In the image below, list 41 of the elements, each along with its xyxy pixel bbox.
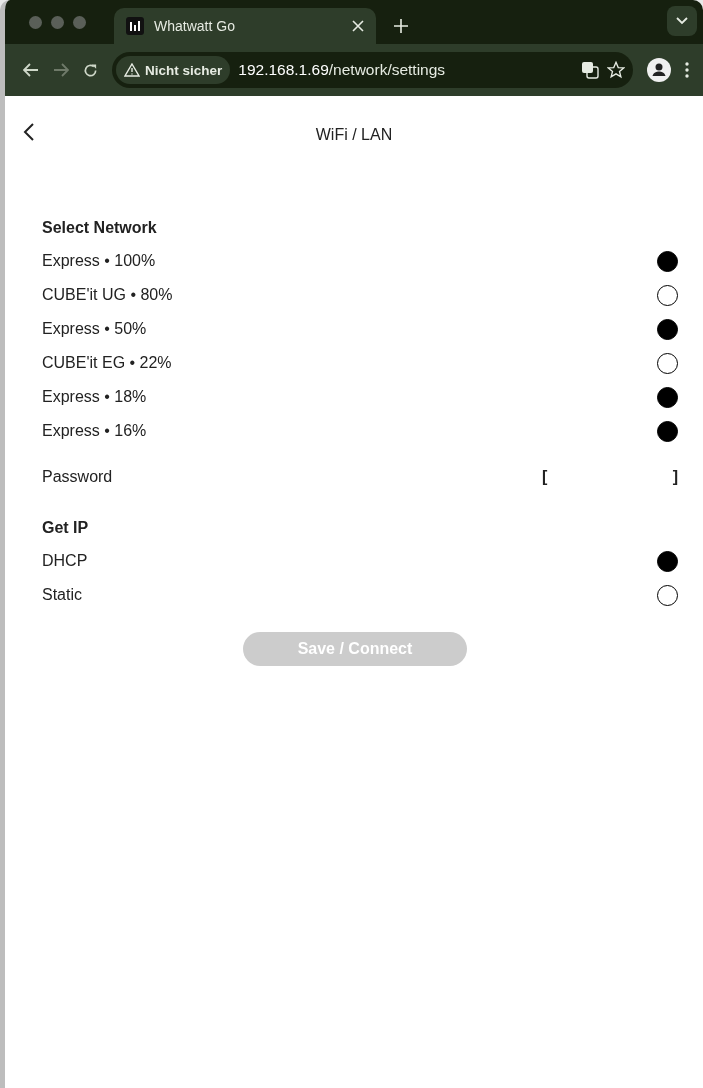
translate-icon[interactable] (581, 61, 599, 79)
browser-tab[interactable]: Whatwatt Go (114, 8, 376, 44)
security-label: Nicht sicher (145, 62, 223, 78)
section-heading: Get IP (42, 518, 90, 538)
network-label: CUBE'it UG • 80% (42, 286, 173, 304)
password-field[interactable]: [ ] (542, 466, 678, 488)
star-icon[interactable] (607, 61, 625, 79)
network-label: CUBE'it EG • 22% (42, 354, 172, 372)
section-heading: Select Network (42, 218, 158, 238)
radio-button[interactable] (657, 284, 678, 306)
forward-arrow-icon[interactable] (53, 63, 69, 77)
profile-avatar-icon[interactable] (647, 58, 671, 82)
radio-button[interactable] (657, 250, 678, 272)
tab-title: Whatwatt Go (154, 18, 236, 34)
radio-button[interactable] (657, 318, 678, 340)
network-label: Express • 50% (42, 320, 147, 338)
network-label: Express • 100% (42, 252, 156, 270)
warning-icon (124, 63, 140, 77)
radio-button[interactable] (657, 584, 678, 606)
more-menu-icon[interactable] (685, 62, 689, 78)
network-label: Express • 18% (42, 388, 147, 406)
security-chip[interactable]: Nicht sicher (116, 56, 231, 84)
close-icon[interactable] (352, 20, 364, 32)
ip-mode-label: Static (42, 586, 82, 604)
back-chevron-icon[interactable] (23, 122, 35, 142)
bar-chart-icon (126, 17, 144, 35)
page-title: WiFi / LAN (315, 126, 393, 144)
window-close-dot[interactable] (29, 15, 42, 29)
network-label: Express • 16% (42, 422, 147, 440)
radio-button[interactable] (657, 420, 678, 442)
ip-mode-label: DHCP (42, 552, 88, 570)
window-zoom-dot[interactable] (73, 15, 86, 29)
radio-button[interactable] (657, 386, 678, 408)
chevron-down-icon[interactable] (667, 6, 697, 36)
back-arrow-icon[interactable] (23, 63, 39, 77)
reload-icon[interactable] (83, 62, 98, 78)
address-field[interactable]: 192.168.1.69/network/settings (238, 61, 573, 79)
radio-button[interactable] (657, 352, 678, 374)
password-label: Password (42, 468, 113, 486)
radio-button[interactable] (657, 550, 678, 572)
window-minimize-dot[interactable] (51, 15, 64, 29)
